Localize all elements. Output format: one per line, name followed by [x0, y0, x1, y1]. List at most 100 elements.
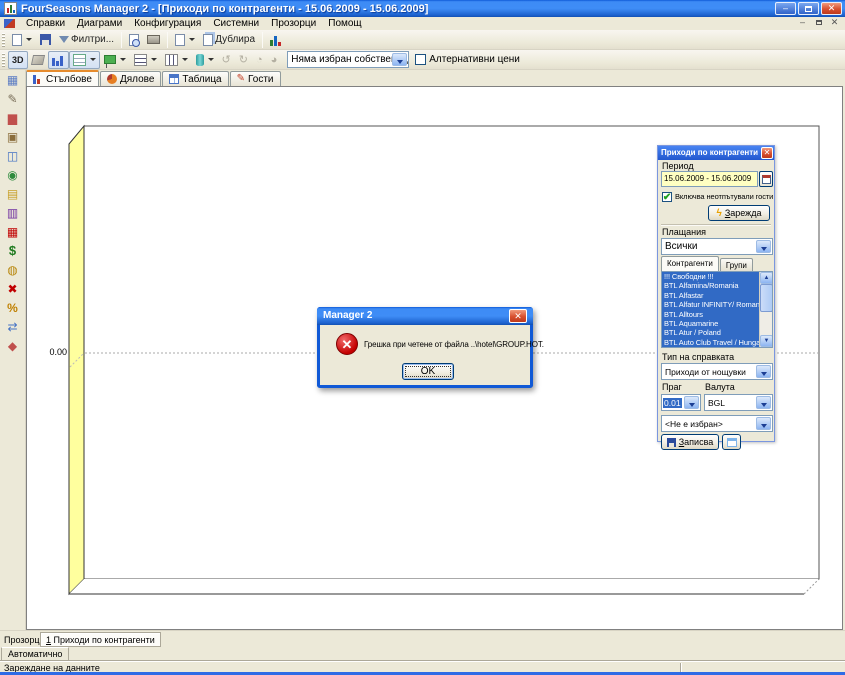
currency-value: BGL: [708, 398, 725, 408]
threshold-value: 0.01: [663, 398, 682, 408]
print-button[interactable]: [143, 31, 164, 49]
rooms-grid-icon[interactable]: ▦: [4, 72, 22, 88]
payments-coins-icon[interactable]: ◍: [4, 262, 22, 278]
dialog-title-bar[interactable]: Manager 2: [317, 307, 533, 325]
menu-charts[interactable]: Диаграми: [71, 17, 128, 30]
lightning-icon: ϟ: [717, 208, 722, 219]
scrollbar-thumb[interactable]: [760, 284, 773, 312]
calendar-button[interactable]: [759, 171, 773, 187]
chart-button[interactable]: [266, 31, 287, 49]
menu-windows[interactable]: Прозорци: [265, 17, 322, 30]
chevron-down-icon: [26, 38, 32, 41]
threshold-combobox[interactable]: 0.01: [661, 394, 701, 411]
bar-shape-button[interactable]: [192, 51, 218, 69]
list-item[interactable]: BTL Alfastar: [662, 291, 759, 300]
duplicate-button[interactable]: Дублира: [199, 31, 259, 49]
scroll-up-icon[interactable]: ▲: [760, 272, 773, 284]
list-item[interactable]: BTL Alltours: [662, 310, 759, 319]
panel-save-button[interactable]: Записва: [661, 434, 719, 450]
list-item[interactable]: BTL Aquamarine: [662, 319, 759, 328]
folders-icon[interactable]: ▤: [4, 186, 22, 202]
tab-pie[interactable]: Дялове: [100, 71, 161, 86]
dropdown-arrow-icon[interactable]: [756, 240, 771, 253]
list-item[interactable]: !!! Свободни !!!: [662, 272, 759, 281]
save-label: Записва: [679, 437, 714, 447]
report-type-combobox[interactable]: Приходи от нощувки: [661, 363, 773, 380]
dollar-icon[interactable]: $: [4, 243, 22, 259]
tab-table[interactable]: Таблица: [162, 71, 228, 86]
edit-document-icon[interactable]: ✎: [4, 91, 22, 107]
bar-style-button[interactable]: [48, 51, 69, 69]
mdi-minimize-button[interactable]: –: [796, 17, 809, 28]
period-input[interactable]: 15.06.2009 - 15.06.2009: [661, 171, 758, 187]
tariff-grid-icon[interactable]: ▦: [4, 224, 22, 240]
list-item[interactable]: BTL Atur / Poland: [662, 328, 759, 337]
ledger-icon[interactable]: ▥: [4, 205, 22, 221]
payments-combobox[interactable]: Всички: [661, 238, 773, 255]
dropdown-arrow-icon[interactable]: [756, 417, 771, 430]
alt-prices-checkbox[interactable]: [415, 54, 426, 65]
mdi-restore-button[interactable]: [812, 17, 825, 28]
guests-group-icon[interactable]: ◉: [4, 167, 22, 183]
panel-title-bar[interactable]: Приходи по контрагенти: [658, 146, 774, 160]
v-gridlines-button[interactable]: [161, 51, 192, 69]
dropdown-arrow-icon[interactable]: [392, 53, 407, 66]
template-combobox[interactable]: <Не е избран>: [661, 415, 773, 432]
include-guests-checkbox[interactable]: ✔: [662, 192, 672, 202]
labels-button[interactable]: [100, 51, 130, 69]
menu-reports[interactable]: Справки: [20, 17, 71, 30]
dropdown-arrow-icon[interactable]: [756, 396, 771, 409]
list-item[interactable]: BTL Alfatur INFINITY/ Romani: [662, 300, 759, 309]
menu-configuration[interactable]: Конфигурация: [128, 17, 207, 30]
filter-button[interactable]: Филтри...: [55, 31, 118, 49]
copy-window-icon[interactable]: ◫: [4, 148, 22, 164]
calendar-icon[interactable]: ▣: [4, 129, 22, 145]
currency-label: Валута: [705, 382, 735, 392]
cancel-service-icon[interactable]: ✖: [4, 281, 22, 297]
rotate-view-button[interactable]: [28, 51, 48, 69]
dropdown-arrow-icon[interactable]: [684, 396, 699, 409]
h-gridlines-button[interactable]: [130, 51, 161, 69]
currency-combobox[interactable]: BGL: [704, 394, 773, 411]
export-page-icon: [175, 34, 185, 46]
discount-icon[interactable]: %: [4, 300, 22, 316]
toolbar-grip[interactable]: [2, 53, 5, 67]
guest-stats-icon[interactable]: ◆: [4, 338, 22, 354]
close-button[interactable]: ✕: [821, 2, 842, 15]
new-report-button[interactable]: [8, 31, 36, 49]
mdi-close-button[interactable]: ✕: [828, 17, 841, 28]
automatic-button[interactable]: Автоматично: [1, 647, 69, 661]
tab-contractors[interactable]: Контрагенти: [661, 256, 719, 271]
export-button[interactable]: [171, 31, 199, 49]
menu-help[interactable]: Помощ: [322, 17, 367, 30]
rotate-plane-icon: [30, 55, 44, 65]
legend-button[interactable]: [69, 51, 100, 69]
dialog-close-button[interactable]: ✕: [509, 309, 527, 323]
window-tab-button[interactable]: 1 Приходи по контрагенти: [40, 632, 161, 647]
load-button[interactable]: ϟ Зарежда: [708, 205, 770, 221]
owners-combobox[interactable]: Няма избран собственици: [287, 51, 409, 68]
open-table-button[interactable]: [722, 434, 741, 450]
transfer-icon[interactable]: ⇄: [4, 319, 22, 335]
toolbar-grip[interactable]: [2, 33, 5, 47]
tab-guests[interactable]: ✎Гости: [230, 71, 281, 86]
save-button[interactable]: [36, 31, 55, 49]
contractors-listbox[interactable]: !!! Свободни !!! BTL Alfamina/Romania BT…: [661, 271, 773, 348]
list-item[interactable]: BTL Alfamina/Romania: [662, 281, 759, 290]
dropdown-arrow-icon[interactable]: [756, 365, 771, 378]
scroll-down-icon[interactable]: ▼: [760, 335, 773, 347]
3d-toggle-button[interactable]: 3D: [8, 51, 28, 69]
restore-button[interactable]: [798, 2, 819, 15]
occupancy-chart-icon[interactable]: ▆: [4, 110, 22, 126]
print-preview-button[interactable]: [125, 31, 143, 49]
tab-bars[interactable]: Стълбове: [26, 70, 99, 86]
tab-groups[interactable]: Групи: [720, 258, 753, 271]
list-scrollbar[interactable]: ▲ ▼: [759, 272, 772, 347]
dialog-message: Грешка при четене от файла ..\hotel\GROU…: [364, 340, 534, 349]
list-item-partial[interactable]: [662, 347, 759, 348]
panel-close-button[interactable]: ✕: [761, 147, 773, 159]
minimize-button[interactable]: –: [775, 2, 796, 15]
list-item[interactable]: BTL Auto Club Travel / Hunga: [662, 338, 759, 347]
ok-button[interactable]: OK: [402, 363, 454, 380]
menu-system[interactable]: Системни: [207, 17, 265, 30]
